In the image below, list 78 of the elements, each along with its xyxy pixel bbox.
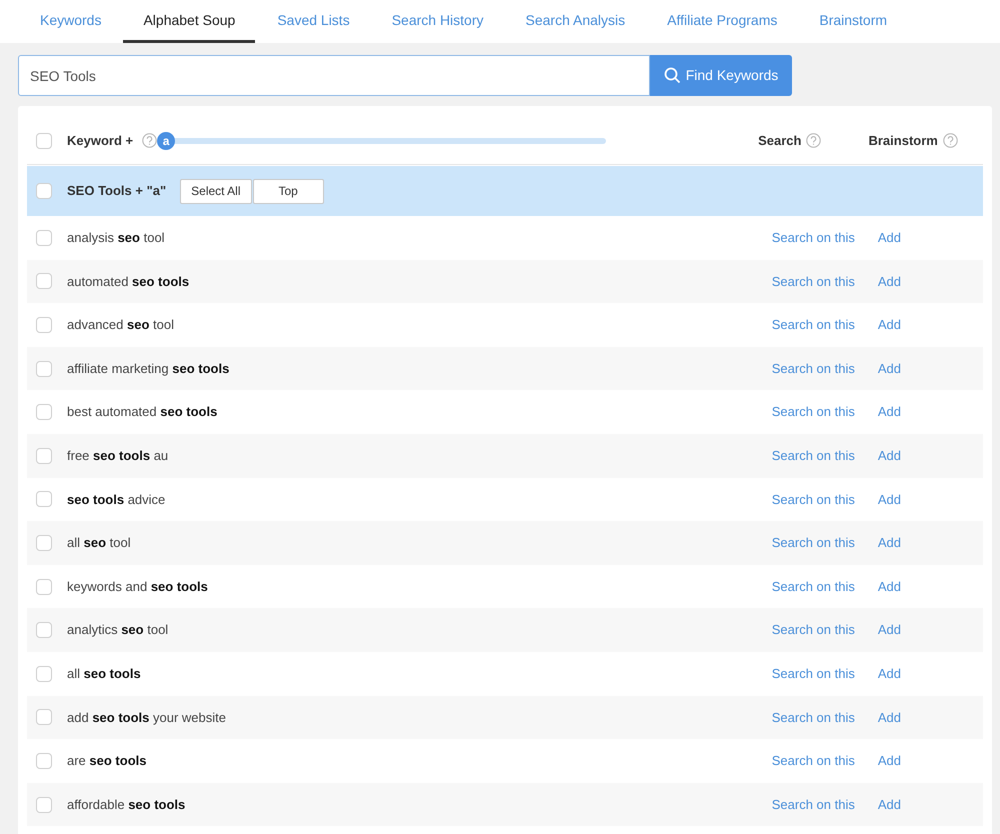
add-link[interactable]: Add bbox=[878, 272, 901, 292]
add-link[interactable]: Add bbox=[878, 751, 901, 771]
column-header: Keyword + bbox=[67, 132, 134, 150]
search-link[interactable]: Search on this bbox=[772, 490, 855, 510]
keyword-text: are seo tools bbox=[67, 752, 146, 770]
search-link[interactable]: Search on this bbox=[772, 228, 855, 248]
checkbox[interactable] bbox=[36, 752, 52, 769]
group-label: SEO Tools + "a" bbox=[67, 182, 166, 200]
checkbox[interactable] bbox=[36, 491, 52, 508]
search-link[interactable]: Search on this bbox=[772, 708, 855, 728]
search-link[interactable]: Search on this bbox=[772, 576, 855, 596]
checkbox[interactable] bbox=[36, 404, 52, 420]
help-icon[interactable] bbox=[942, 133, 958, 148]
checkbox[interactable] bbox=[36, 578, 52, 595]
add-link[interactable]: Add bbox=[878, 794, 901, 814]
search-link[interactable]: Search on this bbox=[772, 533, 855, 553]
tab[interactable]: Keywords bbox=[20, 0, 122, 43]
add-link[interactable]: Add bbox=[878, 446, 901, 466]
tab[interactable]: Affiliate Programs bbox=[647, 0, 798, 43]
keyword-text: affiliate marketing seo tools bbox=[67, 360, 230, 378]
keyword-text: best automated seo tools bbox=[67, 403, 218, 422]
add-link[interactable]: Add bbox=[878, 490, 901, 510]
search-link[interactable]: Search on this bbox=[772, 446, 855, 466]
tab[interactable]: Search History bbox=[372, 0, 504, 43]
tab[interactable]: Search Analysis bbox=[506, 0, 646, 43]
tab[interactable]: Alphabet Soup bbox=[123, 0, 256, 43]
checkbox[interactable] bbox=[36, 360, 52, 377]
checkbox[interactable] bbox=[36, 666, 52, 682]
keyword-text: all seo tool bbox=[67, 534, 131, 552]
search-link[interactable]: Search on this bbox=[772, 751, 855, 771]
add-link[interactable]: Add bbox=[878, 576, 901, 596]
help-icon[interactable] bbox=[142, 133, 158, 148]
keyword-text: analysis seo tool bbox=[67, 229, 165, 248]
keyword-text: automated seo tools bbox=[67, 272, 190, 291]
search-link[interactable]: Search on this bbox=[772, 315, 855, 335]
search-link[interactable]: Search on this bbox=[772, 358, 855, 378]
find-keywords-button[interactable]: Find Keywords bbox=[650, 55, 792, 96]
keyword-text: add seo tools your website bbox=[67, 708, 226, 727]
checkbox[interactable] bbox=[36, 273, 52, 290]
add-link[interactable]: Add bbox=[878, 620, 901, 640]
column-header: Brainstorm bbox=[868, 132, 938, 150]
add-link[interactable]: Add bbox=[878, 533, 901, 553]
add-link[interactable]: Add bbox=[878, 664, 901, 684]
add-link[interactable]: Add bbox=[878, 315, 901, 335]
search-link[interactable]: Search on this bbox=[772, 402, 855, 422]
search-link[interactable]: Search on this bbox=[772, 620, 855, 640]
group-button[interactable]: Top bbox=[252, 178, 324, 204]
help-icon[interactable] bbox=[806, 133, 822, 148]
checkbox[interactable] bbox=[36, 132, 52, 148]
search-icon bbox=[664, 67, 681, 84]
checkbox[interactable] bbox=[36, 183, 52, 199]
keyword-text: all seo tools bbox=[67, 664, 141, 683]
checkbox[interactable] bbox=[36, 316, 52, 333]
column-header: Search bbox=[758, 132, 802, 150]
add-link[interactable]: Add bbox=[878, 228, 901, 248]
search-link[interactable]: Search on this bbox=[772, 794, 855, 814]
add-link[interactable]: Add bbox=[878, 708, 901, 728]
keyword-text: advanced seo tool bbox=[67, 316, 174, 334]
checkbox[interactable] bbox=[36, 448, 52, 464]
slider-thumb[interactable]: a bbox=[157, 132, 176, 150]
keyword-text: free seo tools au bbox=[67, 447, 168, 466]
search-field[interactable]: SEO Tools bbox=[18, 55, 650, 96]
keyword-text: keywords and seo tools bbox=[67, 578, 208, 596]
keyword-text: affordable seo tools bbox=[67, 796, 186, 814]
keyword-text: analytics seo tool bbox=[67, 621, 168, 640]
checkbox[interactable] bbox=[36, 534, 52, 551]
search-link[interactable]: Search on this bbox=[772, 664, 855, 684]
add-link[interactable]: Add bbox=[878, 358, 901, 378]
checkbox[interactable] bbox=[36, 709, 52, 726]
checkbox[interactable] bbox=[36, 622, 52, 638]
checkbox[interactable] bbox=[36, 796, 52, 813]
tab[interactable]: Brainstorm bbox=[799, 0, 908, 43]
group-button[interactable]: Select All bbox=[180, 178, 252, 204]
add-link[interactable]: Add bbox=[878, 402, 901, 422]
tab[interactable]: Saved Lists bbox=[257, 0, 370, 43]
keyword-text: seo tools advice bbox=[67, 490, 166, 509]
checkbox[interactable] bbox=[36, 230, 52, 246]
search-link[interactable]: Search on this bbox=[772, 272, 855, 292]
